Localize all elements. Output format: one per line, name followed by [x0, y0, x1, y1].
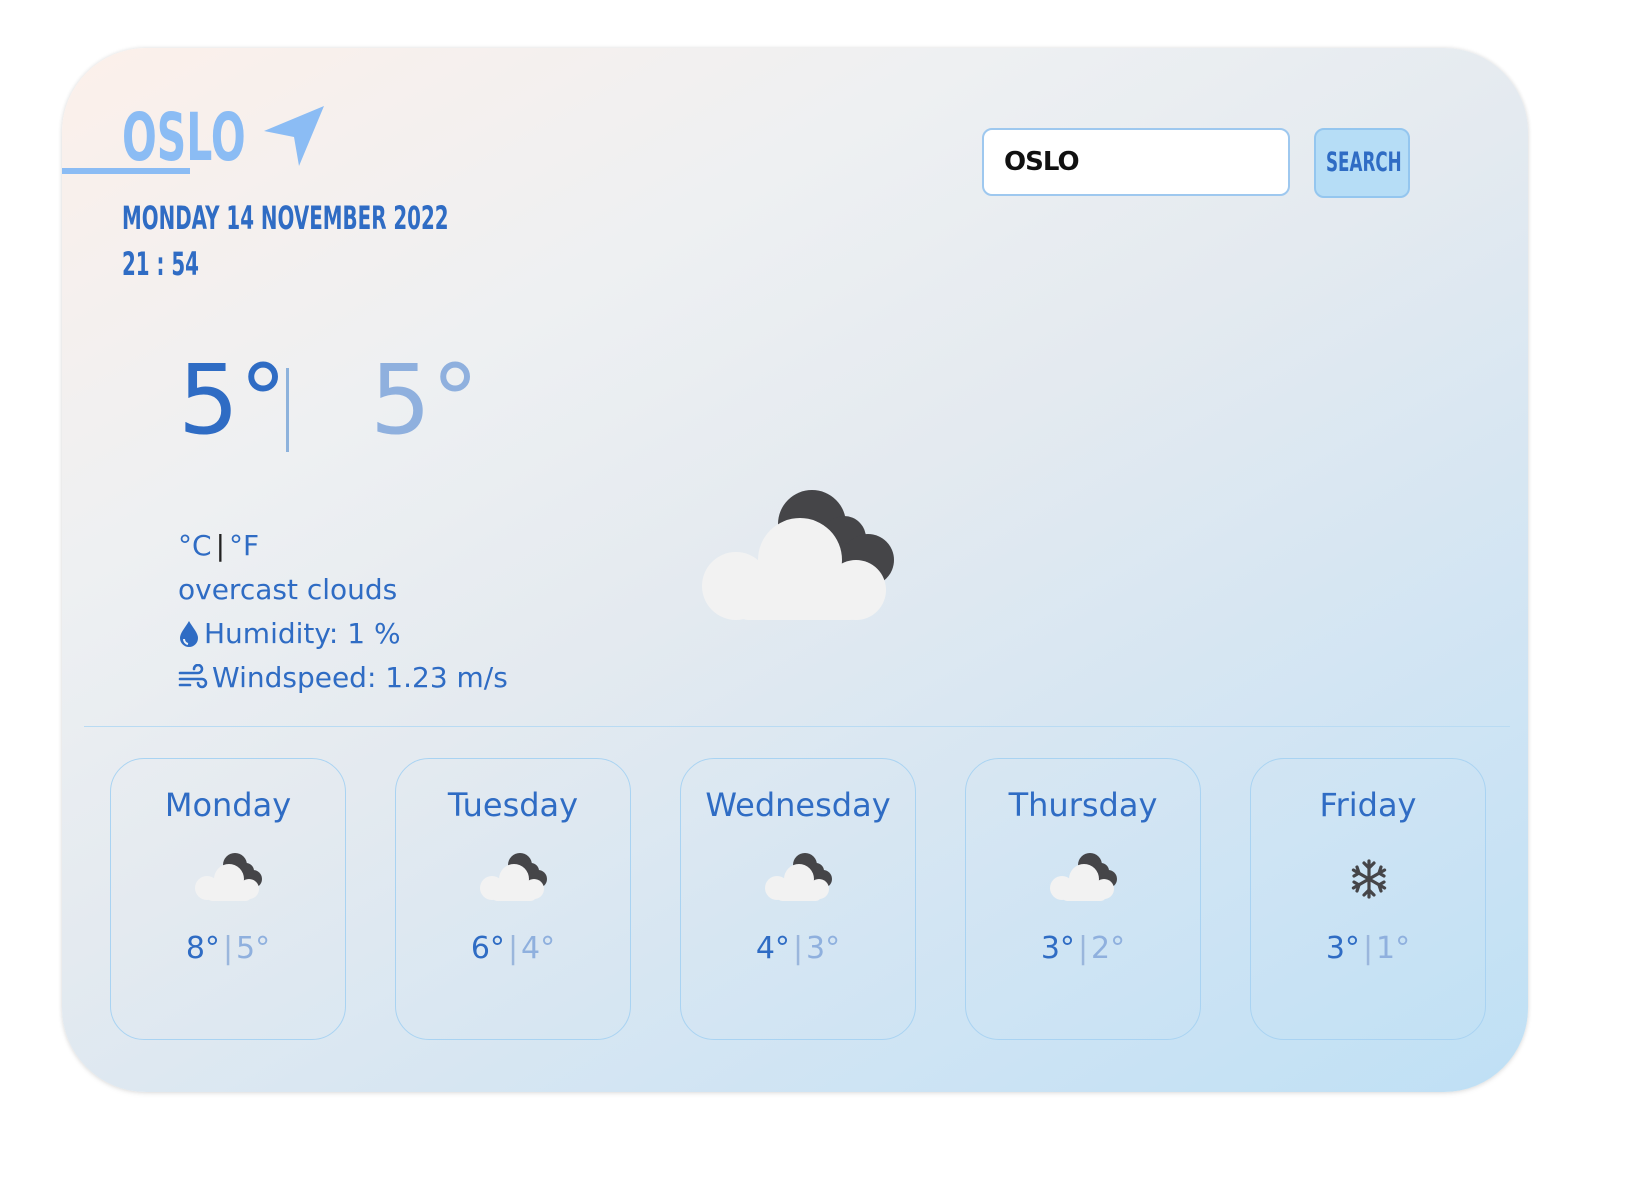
forecast-temps: 3° | 1°: [1251, 929, 1485, 969]
windspeed-row: Windspeed: 1.23 m/s: [178, 656, 508, 700]
overcast-clouds-icon: [765, 853, 832, 901]
search-button[interactable]: SEARCH: [1314, 128, 1410, 198]
humidity-value: Humidity: 1 %: [204, 617, 401, 650]
forecast-low: 2°: [1091, 931, 1126, 966]
forecast-low: 4°: [521, 931, 556, 966]
forecast-day: Monday: [164, 786, 292, 824]
overcast-clouds-icon: [480, 853, 547, 901]
forecast-temps: 8° | 5°: [111, 929, 345, 969]
snowflake-icon: [1351, 859, 1387, 899]
forecast-card: Friday 3° | 1°: [1250, 758, 1486, 1040]
overcast-clouds-icon: [702, 490, 894, 620]
forecast-low: 5°: [236, 931, 271, 966]
forecast-card: Tuesday 6° | 4°: [395, 758, 631, 1040]
forecast-card: Wednesday 4° | 3°: [680, 758, 916, 1040]
city-name[interactable]: OSLO: [122, 100, 246, 176]
fahrenheit-link[interactable]: °F: [229, 529, 259, 562]
droplet-icon: [180, 621, 198, 647]
forecast-high: 8°: [185, 931, 220, 966]
forecast-card: Monday 8° | 5°: [110, 758, 346, 1040]
windspeed-value: Windspeed: 1.23 m/s: [212, 661, 508, 694]
search-input[interactable]: [982, 128, 1290, 196]
forecast-temps: 4° | 3°: [681, 929, 915, 969]
forecast-high: 3°: [1325, 931, 1360, 966]
forecast-day: Tuesday: [447, 786, 579, 824]
forecast-high: 4°: [755, 931, 790, 966]
city-underline: [62, 168, 190, 174]
forecast-day: Thursday: [1008, 786, 1158, 824]
search-button-label: SEARCH: [1326, 147, 1402, 178]
current-date: MONDAY 14 NOVEMBER 2022: [122, 199, 449, 237]
forecast-temp-separator: |: [1077, 931, 1089, 966]
forecast-high: 3°: [1040, 931, 1075, 966]
current-temp-fahrenheit: 5°: [370, 344, 480, 456]
current-time: 21 : 54: [122, 245, 199, 283]
forecast-temp-separator: |: [1362, 931, 1374, 966]
forecast-temp-separator: |: [507, 931, 519, 966]
celsius-link[interactable]: °C: [178, 529, 212, 562]
forecast-temps: 6° | 4°: [396, 929, 630, 969]
forecast-day: Friday: [1319, 786, 1417, 824]
forecast-card: Thursday 3° | 2°: [965, 758, 1201, 1040]
weather-details: °C | °F overcast clouds Humidity: 1 % Wind…: [178, 524, 508, 700]
unit-separator: |: [215, 529, 225, 562]
wind-icon: [178, 664, 208, 689]
forecast-temp-separator: |: [222, 931, 234, 966]
forecast-day: Wednesday: [705, 786, 891, 824]
overcast-clouds-icon: [1050, 853, 1117, 901]
humidity-row: Humidity: 1 %: [178, 612, 508, 656]
forecast-low: 1°: [1376, 931, 1411, 966]
forecast-high: 6°: [470, 931, 505, 966]
weather-card: OSLO MONDAY 14 NOVEMBER 2022 21 : 54 SEA…: [62, 48, 1528, 1092]
forecast-temp-separator: |: [792, 931, 804, 966]
forecast-separator-line: [84, 726, 1510, 727]
forecast-temps: 3° | 2°: [966, 929, 1200, 969]
location-arrow-icon[interactable]: [262, 104, 328, 170]
forecast-low: 3°: [806, 931, 841, 966]
unit-toggle: °C | °F: [178, 524, 508, 568]
overcast-clouds-icon: [195, 853, 262, 901]
current-temp-celsius: 5°: [178, 344, 288, 456]
temp-divider: [286, 368, 289, 452]
weather-description: overcast clouds: [178, 573, 398, 606]
